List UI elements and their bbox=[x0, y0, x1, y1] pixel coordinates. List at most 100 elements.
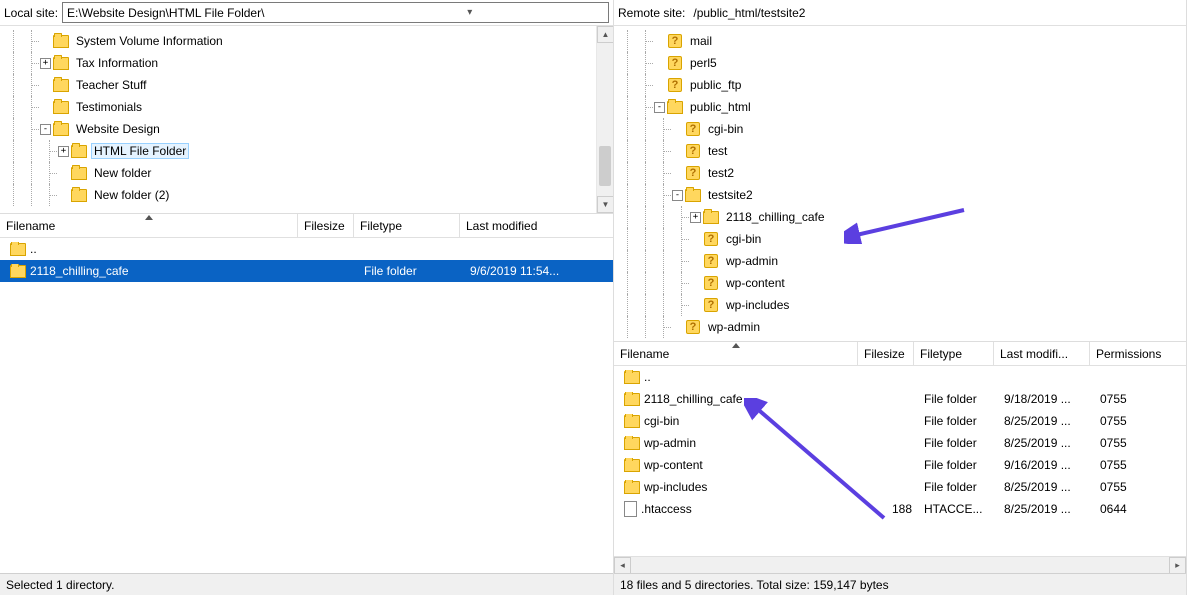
local-file-list[interactable]: ..2118_chilling_cafeFile folder9/6/2019 … bbox=[0, 238, 613, 573]
tree-node[interactable]: +Tax Information bbox=[4, 52, 613, 74]
col-filename[interactable]: Filename bbox=[614, 342, 858, 365]
local-status-bar: Selected 1 directory. bbox=[0, 573, 613, 595]
folder-icon bbox=[53, 101, 69, 114]
file-type: File folder bbox=[918, 436, 998, 450]
folder-icon bbox=[53, 123, 69, 136]
file-icon bbox=[624, 501, 637, 517]
file-name: wp-admin bbox=[644, 436, 696, 450]
tree-node-label: wp-admin bbox=[723, 253, 781, 269]
tree-node[interactable]: -testsite2 bbox=[618, 184, 1186, 206]
file-type: File folder bbox=[918, 414, 998, 428]
folder-icon bbox=[71, 145, 87, 158]
remote-file-list[interactable]: .. 2118_chilling_cafeFile folder9/18/2019… bbox=[614, 366, 1186, 556]
tree-node[interactable]: ?wp-includes bbox=[618, 294, 1186, 316]
col-filesize[interactable]: Filesize bbox=[858, 342, 914, 365]
tree-node-label: test bbox=[705, 143, 730, 159]
unknown-folder-icon: ? bbox=[703, 275, 719, 291]
list-item[interactable]: .htaccess188HTACCE...8/25/2019 ...0644 bbox=[614, 498, 1186, 520]
unknown-folder-icon: ? bbox=[703, 297, 719, 313]
col-filetype[interactable]: Filetype bbox=[914, 342, 994, 365]
tree-node[interactable]: ?test2 bbox=[618, 162, 1186, 184]
tree-node-label: New folder (2) bbox=[91, 187, 172, 203]
scroll-left-icon[interactable]: ◂ bbox=[614, 557, 631, 574]
local-list-header[interactable]: Filename Filesize Filetype Last modified bbox=[0, 214, 613, 238]
file-name: .. bbox=[644, 370, 651, 384]
remote-path-combo[interactable]: /public_html/testsite2 bbox=[689, 2, 1182, 23]
tree-node[interactable]: Teacher Stuff bbox=[4, 74, 613, 96]
unknown-folder-icon: ? bbox=[667, 33, 683, 49]
tree-node[interactable]: - public_html bbox=[618, 96, 1186, 118]
list-item[interactable]: wp-adminFile folder8/25/2019 ...0755 bbox=[614, 432, 1186, 454]
list-item[interactable]: cgi-binFile folder8/25/2019 ...0755 bbox=[614, 410, 1186, 432]
tree-expander-icon[interactable]: + bbox=[58, 146, 69, 157]
tree-expander-icon[interactable]: - bbox=[654, 102, 665, 113]
local-path-value: E:\Website Design\HTML File Folder\ bbox=[67, 6, 335, 20]
tree-node-label: public_ftp bbox=[687, 77, 744, 93]
chevron-down-icon[interactable]: ▾ bbox=[336, 7, 604, 18]
local-tree[interactable]: System Volume Information +Tax Informatio… bbox=[0, 26, 613, 214]
col-filetype[interactable]: Filetype bbox=[354, 214, 460, 237]
list-item[interactable]: .. bbox=[0, 238, 613, 260]
tree-node[interactable]: +HTML File Folder bbox=[4, 140, 613, 162]
file-modified: 9/6/2019 11:54... bbox=[464, 264, 613, 278]
tree-node-label: System Volume Information bbox=[73, 33, 226, 49]
tree-node[interactable]: ?test bbox=[618, 140, 1186, 162]
folder-icon bbox=[53, 35, 69, 48]
tree-node[interactable]: ?cgi-bin bbox=[618, 228, 1186, 250]
local-path-combo[interactable]: E:\Website Design\HTML File Folder\ ▾ bbox=[62, 2, 609, 23]
col-lastmod[interactable]: Last modifi... bbox=[994, 342, 1090, 365]
list-item[interactable]: 2118_chilling_cafeFile folder9/18/2019 .… bbox=[614, 388, 1186, 410]
unknown-folder-icon: ? bbox=[685, 319, 701, 335]
tree-node[interactable]: Testimonials bbox=[4, 96, 613, 118]
list-item[interactable]: 2118_chilling_cafeFile folder9/6/2019 11… bbox=[0, 260, 613, 282]
remote-list-header[interactable]: Filename Filesize Filetype Last modifi..… bbox=[614, 342, 1186, 366]
unknown-folder-icon: ? bbox=[685, 143, 701, 159]
col-filesize[interactable]: Filesize bbox=[298, 214, 354, 237]
tree-node-label: wp-content bbox=[723, 275, 788, 291]
file-type: HTACCE... bbox=[918, 502, 998, 516]
tree-node[interactable]: ?cgi-bin bbox=[618, 118, 1186, 140]
tree-expander-icon[interactable]: + bbox=[690, 212, 701, 223]
file-permissions: 0755 bbox=[1094, 458, 1186, 472]
tree-node[interactable]: System Volume Information bbox=[4, 30, 613, 52]
file-permissions: 0755 bbox=[1094, 414, 1186, 428]
tree-node[interactable]: ?perl5 bbox=[618, 52, 1186, 74]
tree-node-label: mail bbox=[687, 33, 715, 49]
tree-node[interactable]: +2118_chilling_cafe bbox=[618, 206, 1186, 228]
horizontal-scrollbar[interactable]: ◂ ▸ bbox=[614, 556, 1186, 573]
unknown-folder-icon: ? bbox=[667, 55, 683, 71]
unknown-folder-icon: ? bbox=[685, 165, 701, 181]
col-lastmod[interactable]: Last modified bbox=[460, 214, 613, 237]
list-item[interactable]: wp-contentFile folder9/16/2019 ...0755 bbox=[614, 454, 1186, 476]
tree-node[interactable]: New folder bbox=[4, 162, 613, 184]
tree-node-label: public_html bbox=[687, 99, 754, 115]
unknown-folder-icon: ? bbox=[703, 231, 719, 247]
tree-node[interactable]: New folder (2) bbox=[4, 184, 613, 206]
scroll-right-icon[interactable]: ▸ bbox=[1169, 557, 1186, 574]
tree-node[interactable]: ?mail bbox=[618, 30, 1186, 52]
list-item[interactable]: wp-includesFile folder8/25/2019 ...0755 bbox=[614, 476, 1186, 498]
file-type: File folder bbox=[918, 392, 998, 406]
remote-tree[interactable]: ?mail?perl5?public_ftp-public_html?cgi-b… bbox=[614, 26, 1186, 342]
tree-expander-icon[interactable]: - bbox=[40, 124, 51, 135]
tree-node-label: Testimonials bbox=[73, 99, 145, 115]
folder-icon bbox=[71, 167, 87, 180]
tree-node[interactable]: ?public_ftp bbox=[618, 74, 1186, 96]
folder-icon bbox=[624, 415, 640, 428]
col-permissions[interactable]: Permissions bbox=[1090, 342, 1186, 365]
list-item[interactable]: .. bbox=[614, 366, 1186, 388]
file-size: 188 bbox=[862, 502, 918, 516]
folder-icon bbox=[624, 371, 640, 384]
tree-node[interactable]: ?wp-content bbox=[618, 272, 1186, 294]
tree-node[interactable]: ?wp-admin bbox=[618, 250, 1186, 272]
folder-icon bbox=[71, 189, 87, 202]
unknown-folder-icon: ? bbox=[667, 77, 683, 93]
col-filename[interactable]: Filename bbox=[0, 214, 298, 237]
remote-status-text: 18 files and 5 directories. Total size: … bbox=[620, 578, 889, 592]
scrollbar[interactable]: ▲ ▼ bbox=[596, 26, 613, 213]
tree-node[interactable]: -Website Design bbox=[4, 118, 613, 140]
tree-expander-icon[interactable]: - bbox=[672, 190, 683, 201]
tree-node[interactable]: ?wp-admin bbox=[618, 316, 1186, 338]
local-status-text: Selected 1 directory. bbox=[6, 578, 115, 592]
tree-expander-icon[interactable]: + bbox=[40, 58, 51, 69]
